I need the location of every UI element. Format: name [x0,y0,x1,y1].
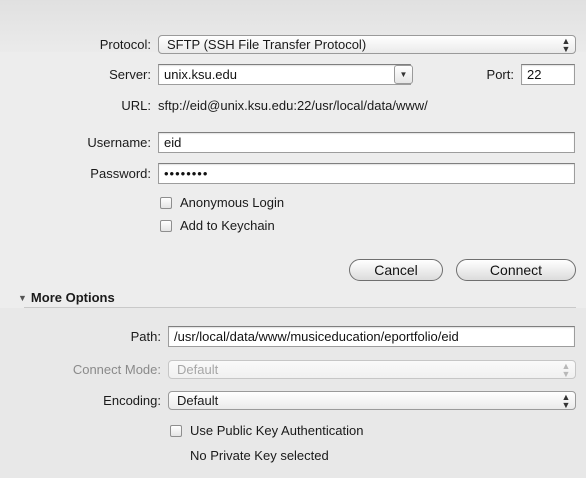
private-key-status: No Private Key selected [190,448,329,463]
more-options-disclosure[interactable]: ▼ More Options [18,290,115,305]
disclosure-triangle-down-icon[interactable]: ▼ [18,293,27,303]
connect-button[interactable]: Connect [456,259,576,281]
checkbox-box[interactable] [160,196,172,209]
more-options-title: More Options [30,290,115,305]
protocol-popup[interactable]: SFTP (SSH File Transfer Protocol) ▲ ▼ [158,35,576,54]
updown-arrows-icon: ▲ ▼ [561,36,571,54]
encoding-popup[interactable]: Default ▲ ▼ [168,391,576,410]
password-label: Password: [90,166,151,181]
down-arrow-icon[interactable]: ▼ [394,65,413,84]
protocol-label: Protocol: [99,37,151,52]
connect-mode-label: Connect Mode: [72,362,161,377]
use-public-key-checkbox[interactable]: Use Public Key Authentication [170,423,363,438]
checkbox-box[interactable] [160,219,172,232]
port-input[interactable]: 22 [521,64,575,85]
username-input[interactable]: eid [158,132,575,153]
updown-arrows-icon: ▲ ▼ [561,361,571,379]
path-label: Path: [130,329,161,344]
cancel-button[interactable]: Cancel [349,259,443,281]
anonymous-login-checkbox[interactable]: Anonymous Login [160,195,284,210]
connection-sheet: Protocol: SFTP (SSH File Transfer Protoc… [0,0,586,478]
password-input[interactable]: •••••••• [158,163,575,184]
add-to-keychain-label: Add to Keychain [180,218,275,233]
url-value: sftp://eid@unix.ksu.edu:22/usr/local/dat… [158,98,428,113]
section-divider [24,307,576,308]
encoding-label: Encoding: [103,393,161,408]
connect-mode-value: Default [177,362,219,377]
add-to-keychain-checkbox[interactable]: Add to Keychain [160,218,275,233]
use-public-key-label: Use Public Key Authentication [190,423,364,438]
url-label: URL: [121,98,151,113]
port-label: Port: [486,67,514,82]
checkbox-box[interactable] [170,424,182,437]
updown-arrows-icon: ▲ ▼ [561,392,571,410]
encoding-value: Default [177,393,219,408]
server-input[interactable]: unix.ksu.edu [158,64,411,85]
protocol-value: SFTP (SSH File Transfer Protocol) [167,37,367,52]
username-label: Username: [87,135,151,150]
path-input[interactable]: /usr/local/data/www/musiceducation/eport… [168,326,575,347]
connect-mode-popup: Default ▲ ▼ [168,360,576,379]
anonymous-login-label: Anonymous Login [180,195,285,210]
server-label: Server: [109,67,151,82]
